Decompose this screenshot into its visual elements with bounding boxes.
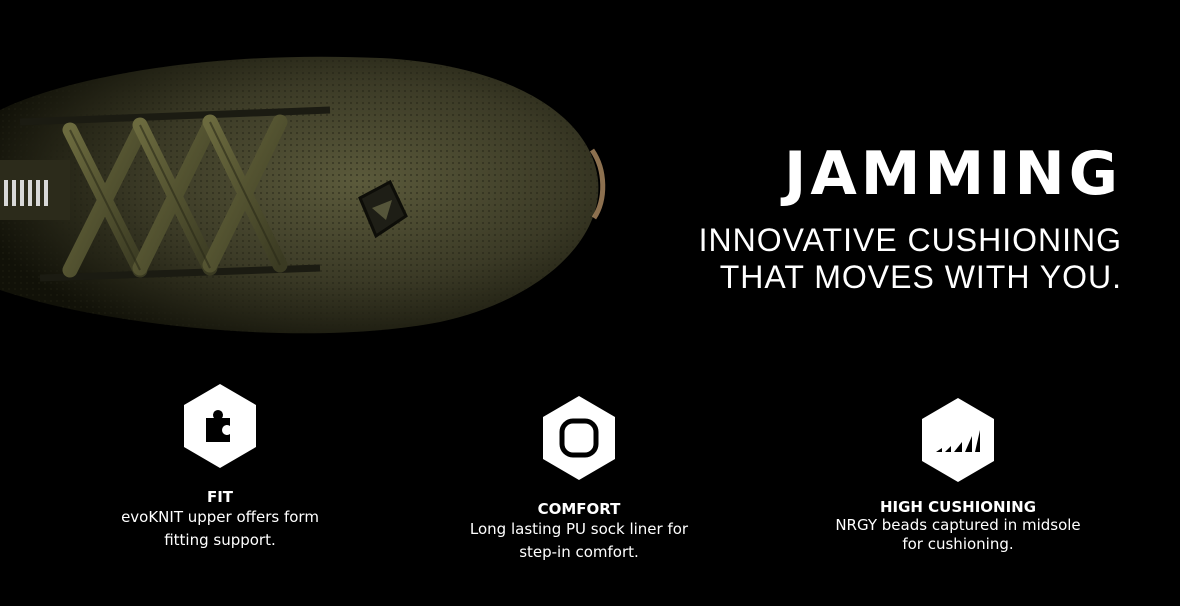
puzzle-piece-icon [184,384,256,468]
hero-subtitle-line: INNOVATIVE CUSHIONING [698,222,1122,258]
feature-comfort: COMFORT Long lasting PU sock liner for s… [429,396,729,564]
shoe-image [0,56,606,334]
feature-description-line: for cushioning. [902,535,1014,553]
hero-subtitle: INNOVATIVE CUSHIONING THAT MOVES WITH YO… [699,222,1122,296]
product-banner: JAMMING INNOVATIVE CUSHIONING THAT MOVES… [0,0,1180,606]
feature-fit: FIT evoKNIT upper offers form fitting su… [70,384,370,552]
hero: JAMMING INNOVATIVE CUSHIONING THAT MOVES… [699,138,1122,296]
feature-description: NRGY beads captured in midsole for cushi… [808,516,1108,554]
feature-description-line: evoKNIT upper offers form [121,508,319,526]
feature-high-cushioning: HIGH CUSHIONING NRGY beads captured in m… [808,398,1108,554]
feature-title: FIT [206,488,234,506]
feature-description: evoKNIT upper offers form fitting suppor… [105,506,335,552]
rounded-square-icon [543,396,615,480]
hero-title: JAMMING [784,139,1122,209]
feature-description: Long lasting PU sock liner for step-in c… [464,518,694,564]
feature-title: COMFORT [537,500,621,518]
feature-description-line: fitting support. [164,531,276,549]
feature-title: HIGH CUSHIONING [879,498,1037,516]
feature-description-line: Long lasting PU sock liner for [469,520,689,538]
feature-description-line: NRGY beads captured in midsole [835,516,1081,534]
feature-description-line: step-in comfort. [519,543,639,561]
signal-bars-icon [922,398,994,482]
hero-subtitle-line: THAT MOVES WITH YOU. [719,259,1122,295]
